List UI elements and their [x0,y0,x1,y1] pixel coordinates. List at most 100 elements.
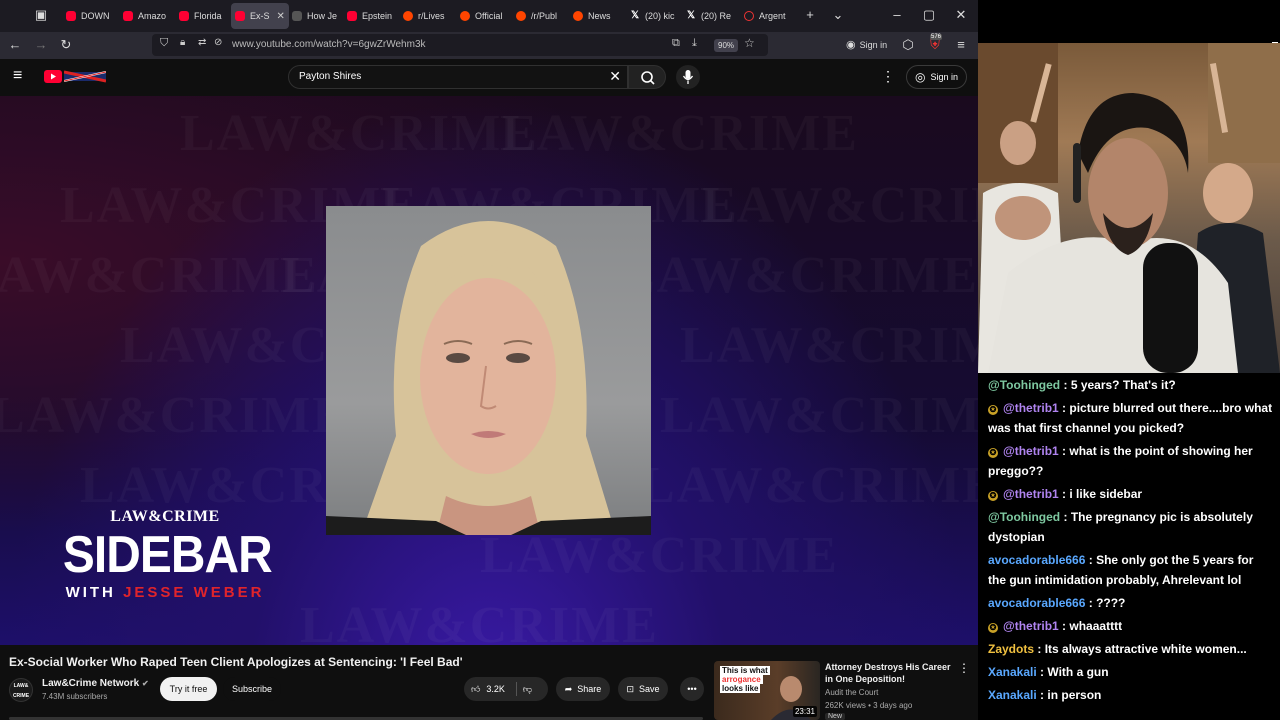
search-box[interactable]: Payton Shires ✕ [288,65,628,89]
x-icon: 𝕏 [686,10,696,21]
chat-username[interactable]: avocadorable666 [988,596,1085,610]
chat-message: ✪ @thetrib1 : what is the point of showin… [988,441,1273,481]
chat-username[interactable]: @Toohinged [988,510,1060,524]
extensions-icon[interactable]: ⬡ [900,37,916,53]
browser-tab[interactable]: News [569,3,627,29]
chat-username[interactable]: @thetrib1 [1003,401,1059,415]
browser-tab[interactable]: Official [456,3,514,29]
tab-label: Amazo [138,11,167,21]
tab-label: DOWN [81,11,110,21]
browser-tab[interactable]: /r/Publ [512,3,570,29]
channel-name[interactable]: Law&Crime Network [42,678,139,689]
try-it-free-button[interactable]: Try it free [160,677,217,701]
chat-username[interactable]: Xanakali [988,665,1037,679]
tab-label: Argent [759,11,786,21]
address-bar[interactable]: ⛉ 🔒︎ ⇄ ⊘ www.youtube.com/watch?v=6gwZrWe… [152,34,768,56]
account-signin-button[interactable]: ◉ Sign in [846,38,887,51]
lock-icon[interactable]: 🔒︎ [180,37,185,48]
chat-text: in person [1047,688,1102,702]
tab-label: (20) kic [645,11,675,21]
subscribe-button[interactable]: Subscribe [223,677,281,701]
channel-avatar[interactable]: LAW& CRIME [9,678,33,702]
voice-search-button[interactable] [676,65,700,89]
bookmark-star-icon[interactable]: ☆ [744,36,755,50]
youtube-logo-icon[interactable] [44,70,62,83]
reload-icon[interactable]: ↻ [58,37,74,53]
search-input[interactable]: Payton Shires [299,71,361,82]
like-button[interactable]: 👍︎ 3.2K 👎︎ [464,677,548,701]
chat-username[interactable]: Zaydots [988,642,1034,656]
tab-label: Florida [194,11,222,21]
youtube-doodle-icon[interactable] [63,70,107,83]
picture-in-picture-icon[interactable]: ⧉ [672,37,680,50]
search-button[interactable] [628,65,666,89]
minimize-icon[interactable]: – [889,7,905,22]
tab-label: Ex-S [250,11,270,21]
more-dots-icon: ••• [687,684,697,694]
chat-username[interactable]: @thetrib1 [1003,619,1059,633]
chat-separator: : [1036,665,1048,679]
maximize-icon[interactable]: ▢ [921,7,937,23]
chat-username[interactable]: @Toohinged [988,378,1060,392]
recommended-video-title[interactable]: Attorney Destroys His Career in One Depo… [825,661,955,685]
channel-name-link[interactable]: Law&Crime Network ✔ [42,678,149,689]
chat-text: Its always attractive white women... [1044,642,1247,656]
share-button[interactable]: ➦ Share [556,677,610,701]
url-text[interactable]: www.youtube.com/watch?v=6gwZrWehm3k [232,39,426,50]
chat-text: ???? [1096,596,1126,610]
settings-more-icon[interactable]: ⋮ [881,68,895,85]
menu-icon[interactable]: ≡ [953,37,969,52]
generic-icon [744,11,754,21]
browser-tab[interactable]: Ex-S ✕ [231,3,289,29]
thumbs-down-icon[interactable]: 👎︎ [523,684,532,695]
account-icon: ◉ [846,39,856,51]
back-icon[interactable]: ← [7,37,23,52]
chat-separator: : [1085,553,1097,567]
chat-username[interactable]: @thetrib1 [1003,487,1059,501]
recommended-channel-name[interactable]: Audit the Court [825,688,878,697]
chat-message: avocadorable666 : ???? [988,593,1273,613]
browser-tab[interactable]: Epstein [343,3,401,29]
chat-text: With a gun [1047,665,1109,679]
browser-tab[interactable]: 𝕏 (20) Re [682,3,740,29]
guide-menu-icon[interactable]: ≡ [13,67,22,85]
extension-badge-count: 576 [930,34,943,40]
browser-tab[interactable]: DOWN [62,3,120,29]
recommended-more-icon[interactable]: ⋮ [958,661,970,675]
zoom-level-badge[interactable]: 90% [714,39,739,52]
save-button[interactable]: ⊡ Save [618,677,668,701]
browser-tab[interactable]: Amazo [119,3,177,29]
browser-tab[interactable]: Florida [175,3,233,29]
streamer-webcam [978,43,1280,373]
more-actions-button[interactable]: ••• [680,677,704,701]
tab-overview-icon[interactable]: ▣ [33,7,49,23]
youtube-signin-button[interactable]: ◎ Sign in [906,65,968,89]
browser-tab[interactable]: Argent [740,3,798,29]
law-crime-sidebar-logo: LAW&CRIME SIDEBAR WITH JESSE WEBER [54,508,276,601]
tab-list-chevron-icon[interactable]: ⌄ [830,7,846,23]
chat-username[interactable]: avocadorable666 [988,553,1085,567]
browser-tab[interactable]: How Je [288,3,344,29]
chat-username[interactable]: @thetrib1 [1003,444,1059,458]
video-player[interactable]: LAW&CRIMELAW&CRIMELAW&CRIMELAW&CRIMELAW&… [0,96,978,645]
download-icon[interactable]: ⤓ [692,37,697,50]
close-window-icon[interactable]: ✕ [953,7,969,23]
browser-tab[interactable]: 𝕏 (20) kic [626,3,684,29]
browser-tab[interactable]: r/Lives [399,3,457,29]
search-clear-icon[interactable]: ✕ [609,68,621,85]
watermark-text: LAW&CRIME [0,246,319,305]
generic-icon [292,11,302,21]
autoplay-blocked-icon[interactable]: ⊘ [214,37,222,48]
permissions-icon[interactable]: ⇄ [198,37,206,48]
youtube-icon [179,11,189,21]
close-tab-icon[interactable]: ✕ [277,11,285,22]
browser-tab-bar: ▣ DOWN Amazo Florida Ex-S ✕ How Je Epstein r/Li… [0,0,978,32]
like-dislike-divider [516,682,517,696]
x-icon: 𝕏 [630,10,640,21]
forward-icon[interactable]: → [33,37,49,52]
watermark-text: LAW&CRIME [0,386,349,445]
shield-icon[interactable]: ⛉ [160,37,168,50]
recommended-video-thumbnail[interactable]: This is what arrogance looks like 23:31 [714,661,820,720]
new-tab-button[interactable]: + [802,7,818,22]
chat-username[interactable]: Xanakali [988,688,1037,702]
